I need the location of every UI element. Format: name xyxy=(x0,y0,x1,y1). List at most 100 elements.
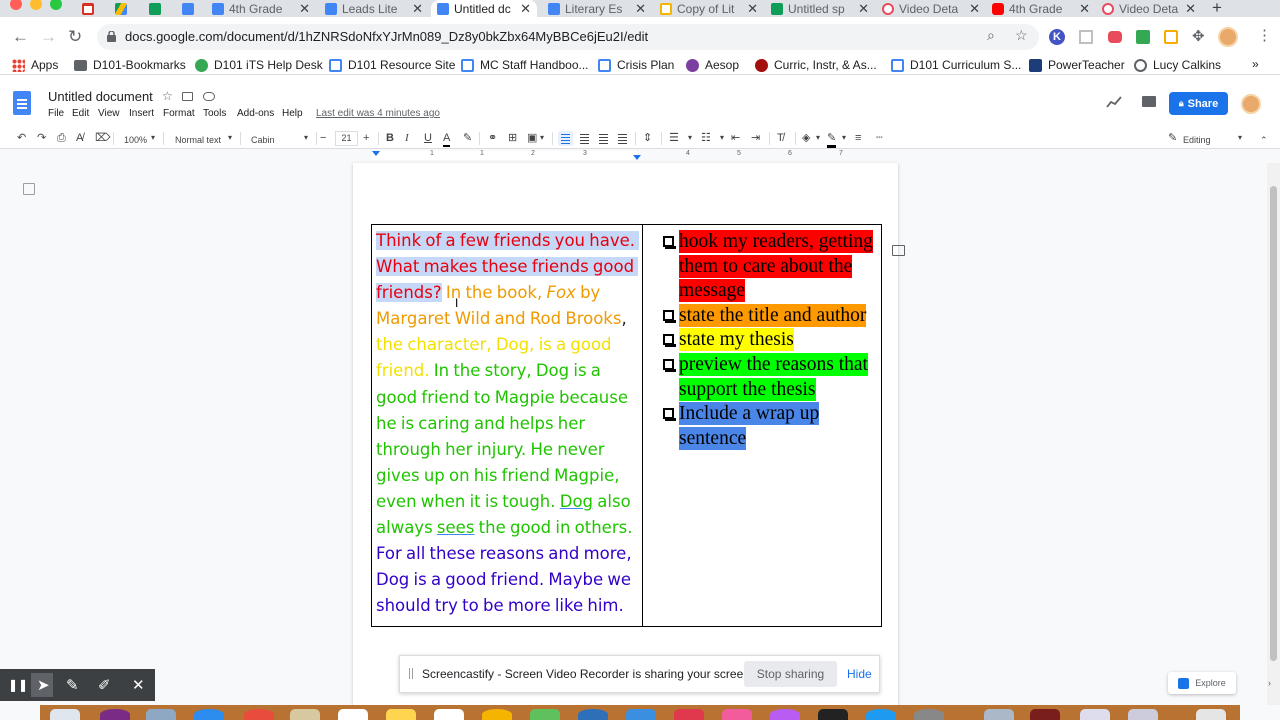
bold-icon[interactable]: B xyxy=(386,131,394,145)
close-tab-icon[interactable]: ✕ xyxy=(969,1,980,17)
menu-edit[interactable]: Edit xyxy=(72,108,89,119)
extension-green-icon[interactable] xyxy=(1136,30,1150,44)
checklist-item[interactable]: Include a wrap up sentence xyxy=(663,402,877,451)
drag-handle-icon[interactable] xyxy=(409,668,413,679)
border-dash-icon[interactable]: ┅ xyxy=(876,131,883,145)
browser-tab-sheets[interactable] xyxy=(143,0,167,17)
bookmark[interactable]: Crisis Plan xyxy=(598,58,674,72)
extensions-puzzle-icon[interactable]: ✥ xyxy=(1192,27,1205,45)
checkbox-icon[interactable] xyxy=(663,236,676,249)
checklist[interactable]: hook my readers, getting them to care ab… xyxy=(663,230,877,451)
bookmark-apps[interactable]: Apps xyxy=(12,58,58,72)
cursor-tool-icon[interactable]: ➤ xyxy=(37,676,50,694)
table-column-divider[interactable] xyxy=(642,224,643,627)
checklist-item[interactable]: state my thesis xyxy=(663,328,877,353)
line-spacing-icon[interactable]: ⇕ xyxy=(643,131,652,145)
messages-dock-icon[interactable] xyxy=(530,709,560,720)
redo-icon[interactable]: ↷ xyxy=(37,131,46,145)
app-dock-icon[interactable] xyxy=(1030,709,1060,720)
border-color-icon[interactable]: ✎ xyxy=(827,131,837,148)
insert-comment-icon[interactable]: ⊞ xyxy=(508,131,517,145)
browser-tab[interactable]: Copy of Lit ✕ xyxy=(654,0,764,17)
browser-menu-icon[interactable]: ⋮ xyxy=(1257,26,1272,44)
move-folder-icon[interactable] xyxy=(182,92,193,101)
close-toolbar-icon[interactable]: ✕ xyxy=(132,676,145,694)
maximize-window-button[interactable] xyxy=(50,0,62,10)
close-tab-icon[interactable]: ✕ xyxy=(520,1,531,17)
align-left-button[interactable] xyxy=(558,131,573,146)
back-icon[interactable]: ← xyxy=(12,27,29,47)
close-tab-icon[interactable]: ✕ xyxy=(412,1,423,17)
table-cell-paragraph[interactable]: Think of a few friends you have. What ma… xyxy=(376,228,640,619)
app-dock-icon[interactable] xyxy=(674,709,704,720)
checklist-item[interactable]: hook my readers, getting them to care ab… xyxy=(663,230,877,304)
settings-dock-icon[interactable] xyxy=(914,709,944,720)
browser-tab[interactable]: Leads Lite ✕ xyxy=(319,0,429,17)
browser-tab[interactable]: Video Deta ✕ xyxy=(1096,0,1202,17)
bookmark-folder[interactable]: D101-Bookmarks xyxy=(74,58,186,72)
font-select[interactable]: Cabin xyxy=(251,133,275,147)
bookmark[interactable]: D101 Resource Site xyxy=(329,58,455,72)
browser-tab-drive[interactable] xyxy=(109,0,133,17)
extension-grid-icon[interactable] xyxy=(1079,30,1093,44)
close-tab-icon[interactable]: ✕ xyxy=(299,1,310,17)
align-center-icon[interactable] xyxy=(580,134,589,135)
close-tab-icon[interactable]: ✕ xyxy=(635,1,646,17)
reminders-dock-icon[interactable] xyxy=(434,709,464,720)
highlight-color-icon[interactable]: ✎ xyxy=(463,131,472,145)
safari-dock-icon[interactable] xyxy=(194,709,224,720)
pen-tool-icon[interactable]: ✎ xyxy=(66,676,79,694)
menu-insert[interactable]: Insert xyxy=(129,108,154,119)
app-dock-icon[interactable] xyxy=(100,709,130,720)
browser-tab-docs[interactable] xyxy=(176,0,200,17)
eraser-tool-icon[interactable]: ✐ xyxy=(98,676,111,694)
browser-tab-gmail[interactable] xyxy=(76,0,100,17)
browser-tab[interactable]: 4th Grade ✕ xyxy=(986,0,1096,17)
menu-tools[interactable]: Tools xyxy=(203,108,226,119)
bulleted-list-icon[interactable]: ☷ xyxy=(701,131,711,145)
bookmarks-overflow[interactable]: » xyxy=(1252,57,1259,71)
reload-icon[interactable]: ↻ xyxy=(68,27,82,47)
app-store-dock-icon[interactable] xyxy=(866,709,896,720)
comments-icon[interactable] xyxy=(1142,96,1156,107)
search-icon[interactable]: ⌕ xyxy=(987,27,995,44)
close-window-button[interactable] xyxy=(10,0,22,10)
app-dock-icon[interactable] xyxy=(146,709,176,720)
browser-tab[interactable]: Video Deta ✕ xyxy=(876,0,986,17)
underline-icon[interactable]: U xyxy=(424,131,432,145)
finder-dock-icon[interactable] xyxy=(50,709,80,720)
checkbox-icon[interactable] xyxy=(663,358,676,372)
stop-sharing-button[interactable]: Stop sharing xyxy=(744,661,837,687)
calendar-dock-icon[interactable] xyxy=(338,709,368,720)
bookmark[interactable]: D101 iTS Help Desk xyxy=(195,58,323,72)
app-dock-icon[interactable] xyxy=(1080,709,1110,720)
podcasts-dock-icon[interactable] xyxy=(770,709,800,720)
collapse-explore-icon[interactable]: › xyxy=(1268,678,1271,688)
undo-icon[interactable]: ↶ xyxy=(17,131,26,145)
browser-tab[interactable]: 4th Grade ✕ xyxy=(206,0,316,17)
close-tab-icon[interactable]: ✕ xyxy=(1079,1,1090,17)
document-outline-icon[interactable] xyxy=(23,183,35,195)
extension-k-icon[interactable]: K xyxy=(1049,29,1065,45)
zoom-select[interactable]: 100% xyxy=(124,133,147,147)
increase-font-size-icon[interactable]: + xyxy=(363,131,369,145)
last-edit-link[interactable]: Last edit was 4 minutes ago xyxy=(316,108,440,119)
menu-file[interactable]: File xyxy=(48,108,64,119)
decrease-font-size-icon[interactable]: − xyxy=(320,131,326,145)
checkbox-icon[interactable] xyxy=(663,408,676,422)
menu-help[interactable]: Help xyxy=(282,108,303,119)
menu-format[interactable]: Format xyxy=(163,108,195,119)
bookmark-star-icon[interactable]: ☆ xyxy=(1015,27,1028,44)
app-dock-icon[interactable] xyxy=(578,709,608,720)
menu-addons[interactable]: Add-ons xyxy=(237,108,274,119)
close-tab-icon[interactable]: ✕ xyxy=(858,1,869,17)
font-size-input[interactable]: 21 xyxy=(335,131,358,146)
activity-dashboard-icon[interactable] xyxy=(1106,96,1122,108)
app-dock-icon[interactable] xyxy=(290,709,320,720)
clear-formatting-icon[interactable]: T̸ xyxy=(777,131,784,145)
forward-icon[interactable]: → xyxy=(40,27,57,47)
left-indent-marker[interactable] xyxy=(372,151,380,156)
bookmark[interactable]: PowerTeacher xyxy=(1029,58,1125,72)
cell-background-color-icon[interactable]: ◈ xyxy=(802,131,810,145)
text-color-icon[interactable]: A xyxy=(443,131,451,147)
